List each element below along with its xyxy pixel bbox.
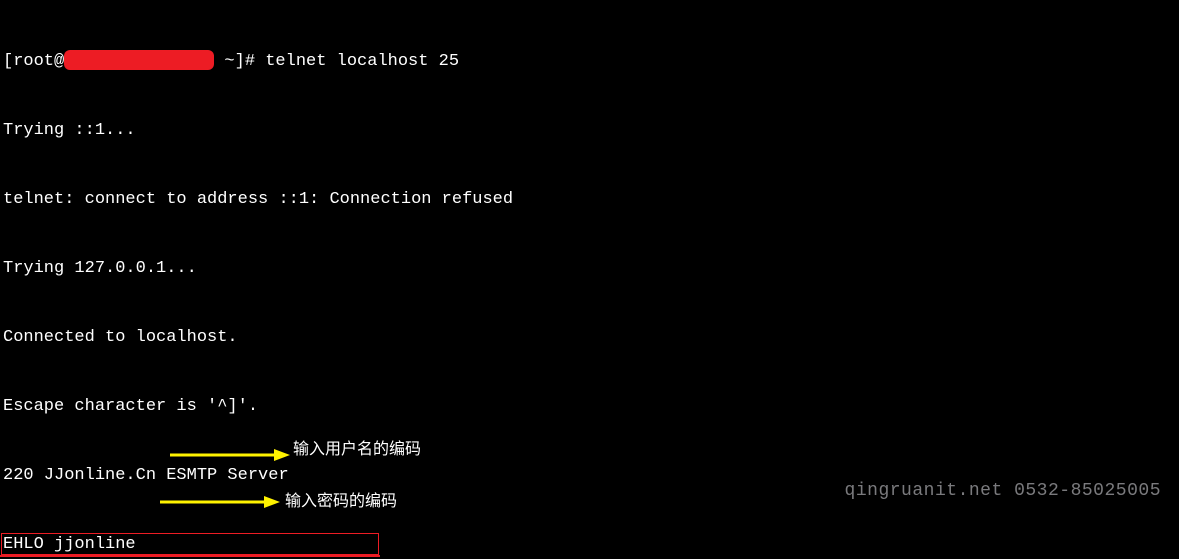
- annotation-username: 输入用户名的编码: [293, 438, 421, 461]
- terminal-output[interactable]: [root@ ~]# telnet localhost 25 Trying ::…: [3, 4, 513, 559]
- command-text: telnet localhost 25: [265, 52, 459, 71]
- watermark-text: qingruanit.net 0532-85025005: [845, 480, 1161, 503]
- line-trying2: Trying 127.0.0.1...: [3, 257, 513, 280]
- line-refused: telnet: connect to address ::1: Connecti…: [3, 188, 513, 211]
- prompt-user: [root@: [3, 52, 64, 71]
- annotation-password: 输入密码的编码: [285, 490, 397, 513]
- line-connected: Connected to localhost.: [3, 326, 513, 349]
- prompt-line: [root@ ~]# telnet localhost 25: [3, 50, 513, 73]
- line-ehlo: EHLO jjonline: [3, 533, 513, 556]
- redact-hostname: [64, 50, 214, 70]
- line-trying1: Trying ::1...: [3, 119, 513, 142]
- prompt-suffix: ~]#: [214, 52, 265, 71]
- line-banner: 220 JJonline.Cn ESMTP Server: [3, 464, 513, 487]
- line-escape: Escape character is '^]'.: [3, 395, 513, 418]
